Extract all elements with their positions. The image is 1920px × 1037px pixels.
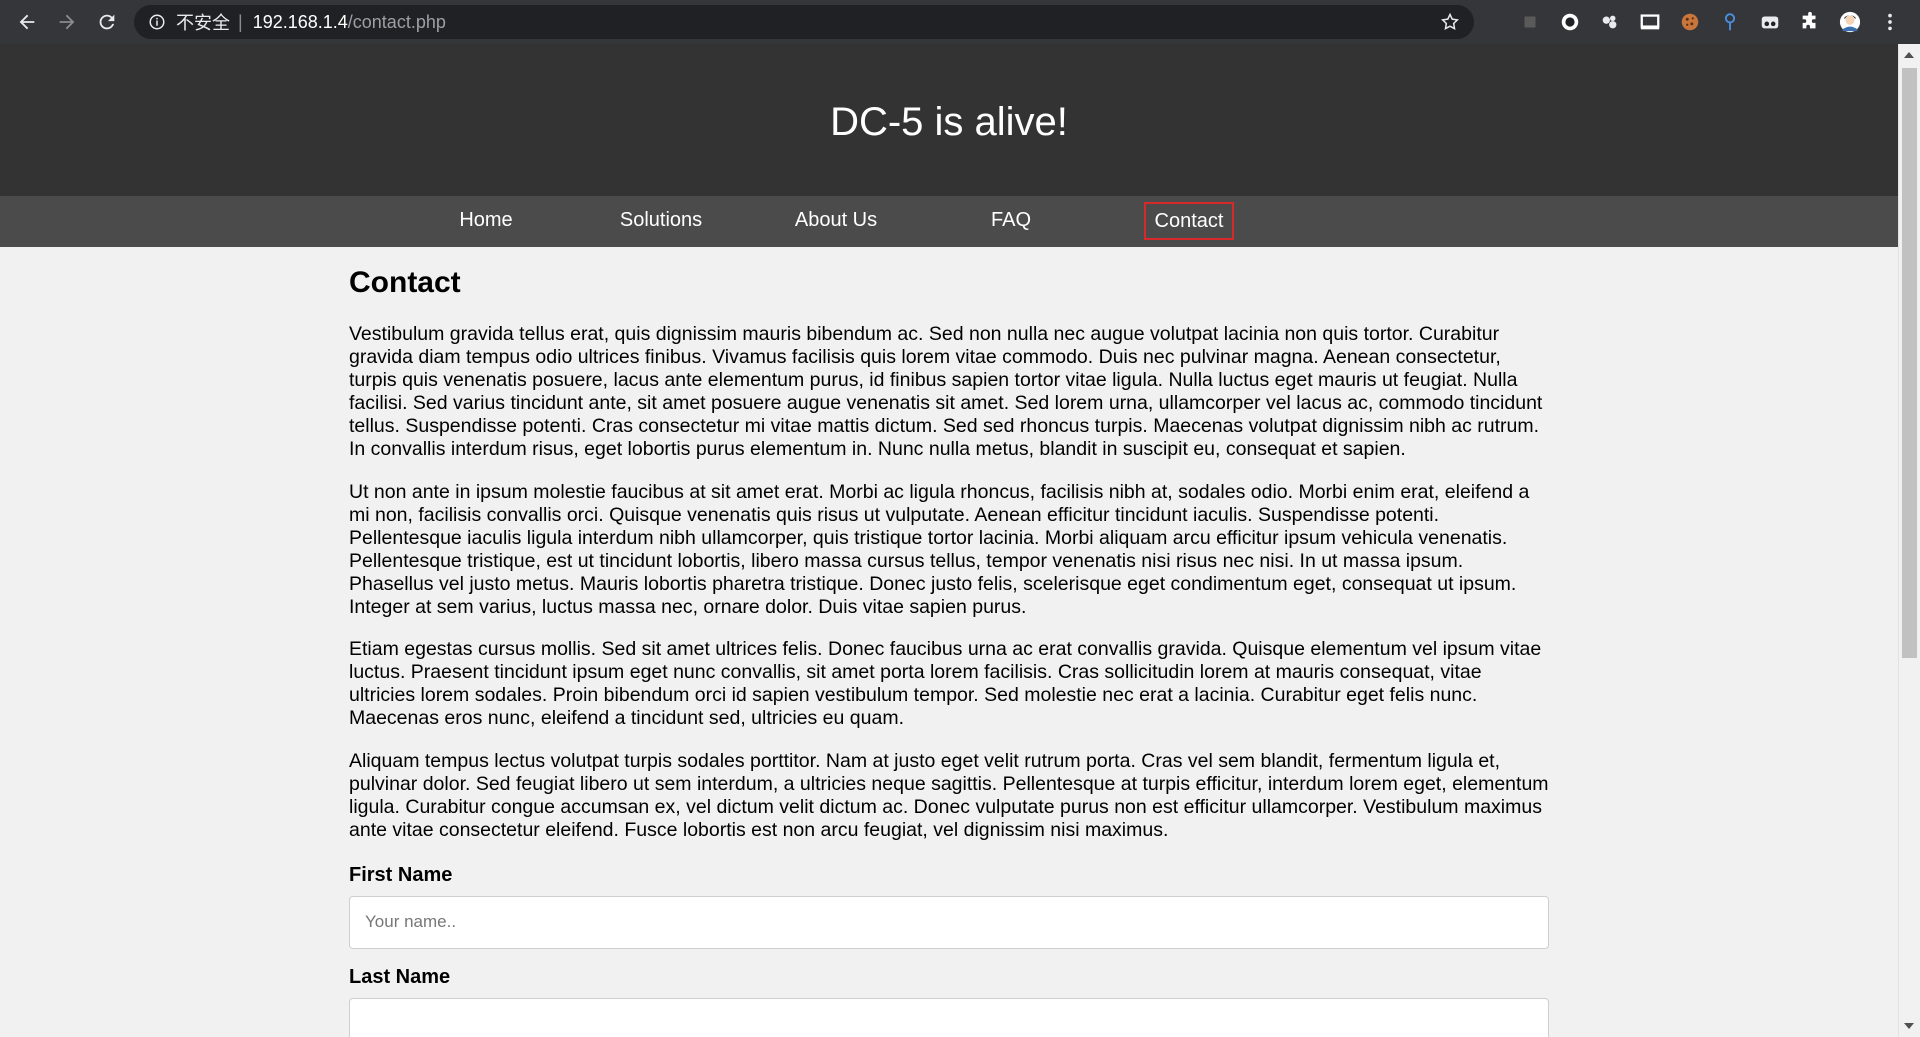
reload-icon	[99, 14, 115, 30]
nav-faq[interactable]: FAQ	[977, 202, 1045, 238]
security-status: 不安全	[176, 13, 230, 33]
pin-icon[interactable]	[1710, 0, 1750, 44]
nav-about-us[interactable]: About Us	[786, 202, 886, 238]
site-title: DC-5 is alive!	[830, 99, 1068, 144]
contact-form: First Name Last Name	[349, 864, 1549, 1037]
back-button[interactable]	[7, 0, 47, 44]
info-icon[interactable]	[148, 13, 166, 31]
profile-avatar[interactable]	[1830, 0, 1870, 44]
paragraph-1: Vestibulum gravida tellus erat, quis dig…	[349, 323, 1543, 461]
scroll-up-arrow-icon[interactable]	[1904, 52, 1914, 58]
address-bar[interactable]: 不安全 | 192.168.1.4/contact.php	[134, 5, 1474, 39]
more-icon[interactable]	[1870, 0, 1910, 44]
scroll-thumb[interactable]	[1902, 68, 1917, 658]
main-content: Contact Vestibulum gravida tellus erat, …	[349, 266, 1549, 1037]
nav-contact[interactable]: Contact	[1144, 202, 1234, 240]
url-path: /contact.php	[347, 11, 446, 32]
first-name-field[interactable]	[349, 895, 1549, 949]
cookie-icon[interactable]	[1670, 0, 1710, 44]
last-name-label: Last Name	[349, 965, 451, 988]
back-arrow-icon	[19, 14, 35, 30]
paragraph-4: Aliquam tempus lectus volutpat turpis so…	[349, 749, 1549, 841]
vertical-scrollbar[interactable]	[1898, 44, 1920, 1037]
url-separator: |	[238, 11, 243, 32]
page-title: Contact	[349, 266, 461, 299]
paragraph-2: Ut non ante in ipsum molestie faucibus a…	[349, 480, 1530, 619]
reload-button[interactable]	[87, 0, 127, 44]
page-viewport: DC-5 is alive! Home Solutions About Us F…	[0, 44, 1898, 1037]
mask-icon[interactable]	[1750, 0, 1790, 44]
site-header: DC-5 is alive!	[0, 44, 1898, 196]
forward-arrow-icon	[59, 14, 75, 30]
extensions-area	[1510, 0, 1910, 44]
scroll-down-arrow-icon[interactable]	[1904, 1023, 1914, 1029]
bookmark-star-icon[interactable]	[1440, 12, 1460, 32]
browser-toolbar: 不安全 | 192.168.1.4/contact.php	[0, 0, 1920, 44]
extension-square-icon[interactable]	[1510, 0, 1550, 44]
site-nav: Home Solutions About Us FAQ Contact	[0, 196, 1898, 247]
puzzle-cluster-icon[interactable]	[1590, 0, 1630, 44]
record-icon[interactable]	[1550, 0, 1590, 44]
last-name-field[interactable]	[349, 997, 1549, 1037]
url-host: 192.168.1.4	[252, 11, 348, 32]
nav-solutions[interactable]: Solutions	[614, 202, 708, 238]
paragraph-3: Etiam egestas cursus mollis. Sed sit ame…	[349, 638, 1542, 730]
extensions-puzzle-icon[interactable]	[1790, 0, 1830, 44]
forward-button[interactable]	[47, 0, 87, 44]
nav-home[interactable]: Home	[440, 202, 532, 238]
first-name-label: First Name	[349, 863, 453, 886]
screen-icon[interactable]	[1630, 0, 1670, 44]
